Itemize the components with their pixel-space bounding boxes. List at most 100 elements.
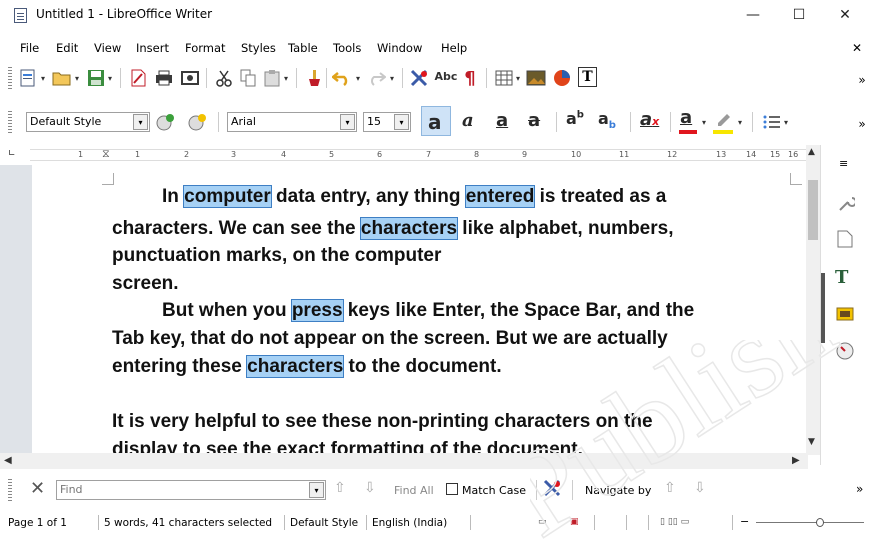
undo-dropdown-icon[interactable]: ▾ xyxy=(356,74,360,83)
text-run[interactable]: In xyxy=(162,186,184,207)
insert-text-box-icon[interactable]: T xyxy=(578,67,597,87)
vertical-scrollbar[interactable]: ▲ ▼ xyxy=(806,145,820,455)
language[interactable]: English (India) xyxy=(372,517,447,529)
menu-window[interactable]: Window xyxy=(377,41,422,55)
underline-icon[interactable]: a xyxy=(496,110,508,131)
formatting-marks-icon[interactable]: ¶ xyxy=(460,68,480,89)
find-previous-icon[interactable]: ⇧ xyxy=(334,480,346,496)
text-run[interactable]: entering these xyxy=(112,356,247,377)
page-count[interactable]: Page 1 of 1 xyxy=(8,517,67,529)
page-style[interactable]: Default Style xyxy=(290,517,358,529)
new-dropdown-icon[interactable]: ▾ xyxy=(41,74,45,83)
bullet-dropdown-icon[interactable]: ▾ xyxy=(784,118,788,127)
text-run[interactable]: It is very helpful to see these non-prin… xyxy=(112,411,653,432)
text-run[interactable]: like alphabet, numbers, xyxy=(457,218,673,239)
document-line[interactable]: But when you press keys like Enter, the … xyxy=(162,299,694,322)
menu-table[interactable]: Table xyxy=(288,41,318,55)
paragraph-style-combo[interactable]: Default Style ▾ xyxy=(26,112,150,132)
paste-icon[interactable] xyxy=(262,68,282,88)
close-button[interactable]: ✕ xyxy=(822,0,868,30)
navigate-previous-icon[interactable]: ⇧ xyxy=(664,480,676,496)
chevron-down-icon[interactable]: ▾ xyxy=(133,114,148,130)
open-dropdown-icon[interactable]: ▾ xyxy=(75,74,79,83)
strikethrough-icon[interactable]: a xyxy=(528,110,540,131)
indent-marker-icon[interactable]: ⧖ xyxy=(102,147,110,161)
open-folder-icon[interactable] xyxy=(52,68,72,88)
sidebar-splitter[interactable] xyxy=(821,273,825,343)
export-pdf-icon[interactable] xyxy=(128,68,148,88)
highlight-color-icon[interactable] xyxy=(714,110,734,130)
insert-table-icon[interactable] xyxy=(494,68,514,88)
gallery-icon[interactable] xyxy=(836,305,854,324)
document-line[interactable]: entering these characters to the documen… xyxy=(112,355,502,378)
find-next-icon[interactable]: ⇩ xyxy=(364,480,376,496)
maximize-button[interactable]: ☐ xyxy=(776,0,822,30)
new-style-icon[interactable] xyxy=(188,112,208,132)
text-run[interactable]: But when you xyxy=(162,300,292,321)
find-replace-icon[interactable] xyxy=(410,68,430,88)
selected-word[interactable]: entered xyxy=(464,185,536,208)
chevron-down-icon[interactable]: ▾ xyxy=(394,114,409,130)
menu-format[interactable]: Format xyxy=(185,41,226,55)
text-run[interactable]: to the document. xyxy=(343,356,502,377)
insert-image-icon[interactable] xyxy=(526,68,546,88)
redo-icon[interactable] xyxy=(366,68,386,88)
document-line[interactable]: display to see the exact formatting of t… xyxy=(112,439,583,453)
print-preview-icon[interactable] xyxy=(180,68,200,88)
document-line[interactable]: screen. xyxy=(112,273,179,295)
scroll-thumb[interactable] xyxy=(808,180,818,240)
table-dropdown-icon[interactable]: ▾ xyxy=(516,74,520,83)
subscript-icon[interactable]: ab xyxy=(598,109,616,131)
document-page[interactable]: In computer data entry, any thing entere… xyxy=(32,165,806,453)
document-line[interactable]: In computer data entry, any thing entere… xyxy=(162,185,666,208)
text-run[interactable]: characters. We can see the xyxy=(112,218,361,239)
more-find-tools-icon[interactable]: » xyxy=(856,482,863,496)
copy-icon[interactable] xyxy=(238,68,258,88)
scroll-down-icon[interactable]: ▼ xyxy=(808,437,815,447)
scroll-left-icon[interactable]: ◀ xyxy=(4,455,12,466)
redo-dropdown-icon[interactable]: ▾ xyxy=(390,74,394,83)
find-all-button[interactable]: Find All xyxy=(394,484,434,497)
minimize-button[interactable]: — xyxy=(730,0,776,30)
match-case-label[interactable]: Match Case xyxy=(462,484,526,497)
sidebar-menu-icon[interactable]: ≡ xyxy=(839,157,848,170)
toolbar-grip[interactable] xyxy=(8,111,12,133)
menu-edit[interactable]: Edit xyxy=(56,41,78,55)
italic-icon[interactable]: a xyxy=(462,110,474,131)
match-case-checkbox[interactable] xyxy=(446,483,458,495)
wrench-icon[interactable] xyxy=(837,195,857,216)
find-replace-icon[interactable] xyxy=(543,479,563,500)
document-line[interactable]: It is very helpful to see these non-prin… xyxy=(112,411,653,433)
document-modified-icon[interactable]: ▣ xyxy=(570,517,579,527)
scroll-up-icon[interactable]: ▲ xyxy=(808,147,815,157)
selection-mode-icon[interactable]: ▭ xyxy=(538,517,547,527)
document-line[interactable]: Tab key, that do not appear on the scree… xyxy=(112,328,668,350)
menu-help[interactable]: Help xyxy=(441,41,467,55)
zoom-out-icon[interactable]: − xyxy=(740,515,749,528)
text-run[interactable]: data entry, any thing xyxy=(271,186,466,207)
text-run[interactable]: screen. xyxy=(112,273,179,294)
text-run[interactable]: Tab key, that do not appear on the scree… xyxy=(112,328,668,349)
zoom-slider-thumb[interactable] xyxy=(816,518,824,527)
font-color-dropdown-icon[interactable]: ▾ xyxy=(702,118,706,127)
menu-styles[interactable]: Styles xyxy=(241,41,276,55)
highlight-dropdown-icon[interactable]: ▾ xyxy=(738,118,742,127)
find-input[interactable]: Find ▾ xyxy=(56,480,326,500)
menu-view[interactable]: View xyxy=(94,41,121,55)
font-name-combo[interactable]: Arial ▾ xyxy=(227,112,357,132)
print-icon[interactable] xyxy=(154,68,174,88)
chevron-down-icon[interactable]: ▾ xyxy=(309,482,324,498)
menu-tools[interactable]: Tools xyxy=(333,41,361,55)
text-run[interactable]: punctuation marks, on the computer xyxy=(112,245,441,266)
close-find-bar-icon[interactable]: ✕ xyxy=(30,478,45,499)
document-line[interactable]: punctuation marks, on the computer xyxy=(112,245,441,267)
selected-word[interactable]: computer xyxy=(183,185,272,208)
zoom-slider-track[interactable] xyxy=(756,522,864,523)
horizontal-scrollbar[interactable]: ◀ ▶ xyxy=(0,453,808,469)
tab-type-icon[interactable]: ∟ xyxy=(8,149,16,159)
scroll-right-icon[interactable]: ▶ xyxy=(792,455,800,466)
cut-icon[interactable] xyxy=(214,68,234,88)
document-line[interactable]: characters. We can see the characters li… xyxy=(112,217,673,240)
superscript-icon[interactable]: ab xyxy=(566,109,584,128)
clone-formatting-icon[interactable] xyxy=(304,68,324,88)
